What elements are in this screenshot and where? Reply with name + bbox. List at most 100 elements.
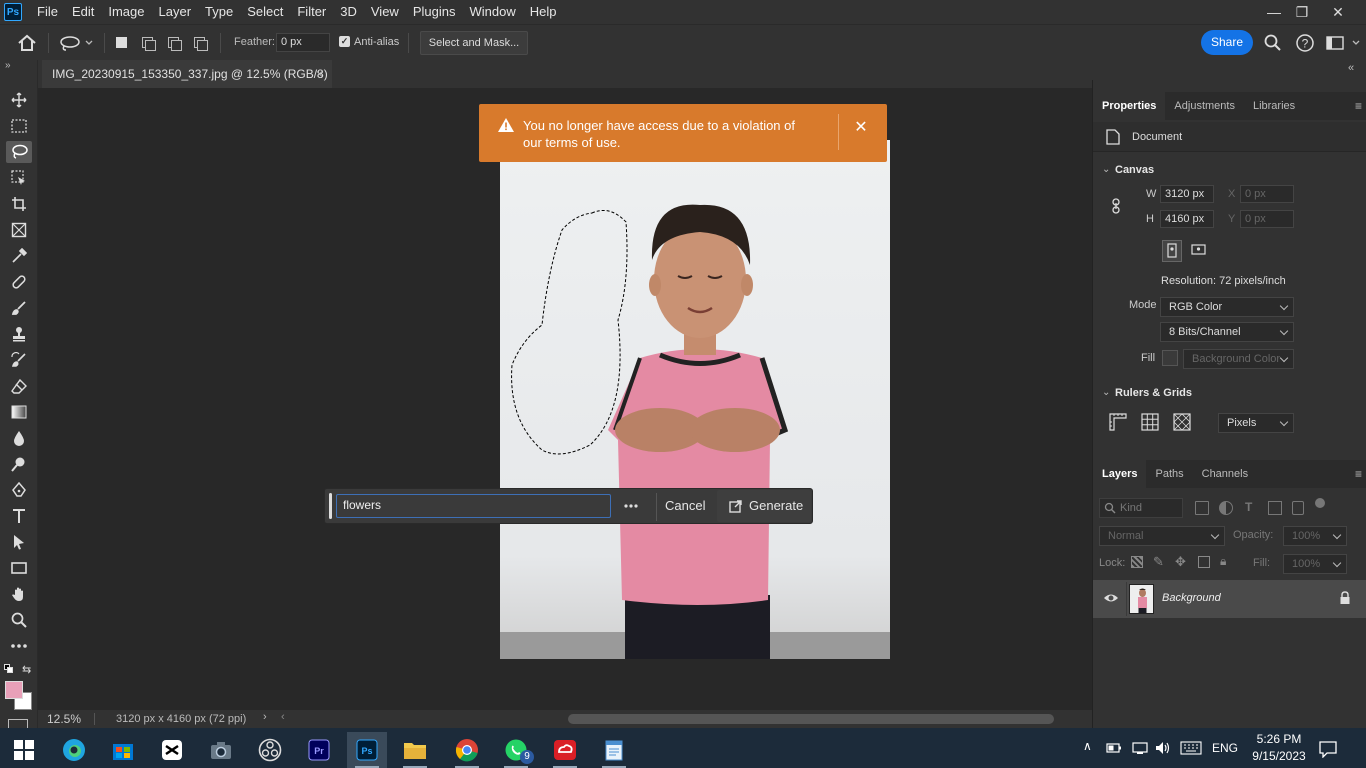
tab-adjustments[interactable]: Adjustments (1165, 92, 1244, 120)
notifications-icon[interactable] (1318, 740, 1338, 759)
healing-brush-tool-icon[interactable] (6, 271, 32, 293)
x-field[interactable]: 0 px (1240, 185, 1294, 203)
lasso-tool-icon[interactable] (6, 141, 32, 163)
more-tools-icon[interactable] (6, 635, 32, 657)
menu-image[interactable]: Image (101, 0, 151, 24)
menu-edit[interactable]: Edit (65, 0, 101, 24)
fill-select[interactable]: Background Color (1183, 349, 1294, 369)
default-colors-icon[interactable] (4, 664, 14, 674)
prompt-input[interactable]: flowers (336, 494, 611, 518)
lock-artboard-icon[interactable] (1198, 556, 1210, 568)
status-expand-icon[interactable]: › (263, 711, 267, 723)
add-to-selection-icon[interactable] (140, 35, 156, 51)
canvas-chevron-icon[interactable]: ⌄ (1102, 164, 1110, 175)
network-icon[interactable] (1131, 740, 1149, 756)
zoom-level[interactable]: 12.5% (47, 712, 81, 726)
intersect-selection-icon[interactable] (192, 35, 208, 51)
collapse-panels-icon[interactable]: « (1348, 62, 1354, 74)
menu-type[interactable]: Type (198, 0, 240, 24)
menu-select[interactable]: Select (240, 0, 290, 24)
menu-help[interactable]: Help (523, 0, 564, 24)
lock-position-icon[interactable]: ✥ (1175, 554, 1186, 570)
menu-layer[interactable]: Layer (152, 0, 199, 24)
layers-menu-icon[interactable]: ≡ (1355, 467, 1362, 481)
gradient-tool-icon[interactable] (6, 401, 32, 423)
microsoft-store-icon[interactable] (103, 732, 143, 768)
mode-select[interactable]: RGB Color (1160, 297, 1294, 317)
alert-close-icon[interactable]: ✕ (851, 118, 871, 138)
object-selection-tool-icon[interactable] (6, 167, 32, 189)
path-selection-tool-icon[interactable] (6, 531, 32, 553)
eraser-tool-icon[interactable] (6, 375, 32, 397)
menu-3d[interactable]: 3D (333, 0, 364, 24)
lasso-tool-preset-icon[interactable] (58, 34, 94, 52)
generate-button[interactable]: Generate (717, 490, 811, 522)
layer-name[interactable]: Background (1162, 592, 1221, 604)
ruler-icon[interactable] (1109, 413, 1127, 431)
fill-opacity-field[interactable]: 100% (1283, 554, 1347, 574)
select-and-mask-button[interactable]: Select and Mask... (420, 31, 528, 55)
share-button[interactable]: Share (1201, 30, 1253, 55)
portrait-orientation-icon[interactable] (1162, 240, 1182, 262)
visibility-eye-icon[interactable] (1103, 591, 1119, 605)
lock-pixels-icon[interactable]: ✎ (1153, 554, 1164, 570)
dodge-tool-icon[interactable] (6, 453, 32, 475)
document-tab[interactable]: IMG_20230915_153350_337.jpg @ 12.5% (RGB… (42, 60, 332, 88)
layer-row-background[interactable]: Background (1093, 580, 1366, 618)
capcut-icon[interactable] (152, 732, 192, 768)
help-icon[interactable]: ? (1295, 33, 1315, 53)
menu-view[interactable]: View (364, 0, 406, 24)
canvas-area[interactable]: You no longer have access due to a viola… (38, 88, 1092, 710)
lock-all-icon[interactable]: 🔒︎ (1220, 554, 1226, 569)
horizontal-scrollbar[interactable] (568, 714, 1054, 724)
bit-depth-select[interactable]: 8 Bits/Channel (1160, 322, 1294, 342)
scroll-left-icon[interactable]: ‹ (281, 711, 285, 723)
antialias-checkbox[interactable]: ✓ (339, 36, 350, 47)
brush-tool-icon[interactable] (6, 297, 32, 319)
show-hidden-icons[interactable]: ∧ (1083, 739, 1092, 753)
subtract-from-selection-icon[interactable] (166, 35, 182, 51)
clock-time[interactable]: 5:26 PM (1252, 732, 1306, 746)
camera-icon[interactable] (201, 732, 241, 768)
opacity-field[interactable]: 100% (1283, 526, 1347, 546)
type-tool-icon[interactable] (6, 505, 32, 527)
landscape-orientation-icon[interactable] (1189, 240, 1209, 262)
eyedropper-tool-icon[interactable] (6, 245, 32, 267)
move-tool-icon[interactable] (6, 89, 32, 111)
filter-toggle[interactable] (1315, 498, 1325, 508)
link-icon[interactable] (1111, 198, 1121, 214)
menu-window[interactable]: Window (462, 0, 522, 24)
search-icon[interactable] (1263, 33, 1283, 53)
language-indicator[interactable]: ENG (1212, 741, 1238, 755)
fill-color-swatch[interactable] (1162, 350, 1178, 366)
marquee-tool-icon[interactable] (6, 115, 32, 137)
smart-object-filter-icon[interactable] (1292, 501, 1304, 515)
edge-browser-icon[interactable] (54, 732, 94, 768)
shape-layer-filter-icon[interactable] (1268, 501, 1282, 515)
clone-stamp-tool-icon[interactable] (6, 323, 32, 345)
pixel-layer-filter-icon[interactable] (1195, 501, 1209, 515)
creative-cloud-icon[interactable] (545, 732, 585, 768)
cancel-button[interactable]: Cancel (665, 498, 705, 513)
chrome-icon[interactable] (447, 732, 487, 768)
blend-mode-select[interactable]: Normal (1099, 526, 1225, 546)
close-tab-icon[interactable]: × (316, 60, 323, 88)
layer-kind-filter[interactable]: Kind (1099, 498, 1183, 518)
adjustment-layer-filter-icon[interactable] (1219, 501, 1233, 515)
foreground-color-swatch[interactable] (5, 681, 23, 699)
feather-input[interactable]: 0 px (276, 33, 330, 52)
tab-paths[interactable]: Paths (1146, 460, 1192, 488)
tab-libraries[interactable]: Libraries (1244, 92, 1304, 120)
new-selection-icon[interactable] (114, 35, 130, 51)
start-button-icon[interactable] (4, 732, 44, 768)
volume-icon[interactable] (1154, 740, 1172, 756)
y-field[interactable]: 0 px (1240, 210, 1294, 228)
rulers-chevron-icon[interactable]: ⌄ (1102, 387, 1110, 398)
document-image[interactable] (500, 140, 890, 659)
close-window-icon[interactable]: ✕ (1320, 0, 1356, 24)
hand-tool-icon[interactable] (6, 583, 32, 605)
history-brush-tool-icon[interactable] (6, 349, 32, 371)
premiere-pro-icon[interactable]: Pr (299, 732, 339, 768)
blur-tool-icon[interactable] (6, 427, 32, 449)
battery-icon[interactable] (1106, 741, 1122, 755)
